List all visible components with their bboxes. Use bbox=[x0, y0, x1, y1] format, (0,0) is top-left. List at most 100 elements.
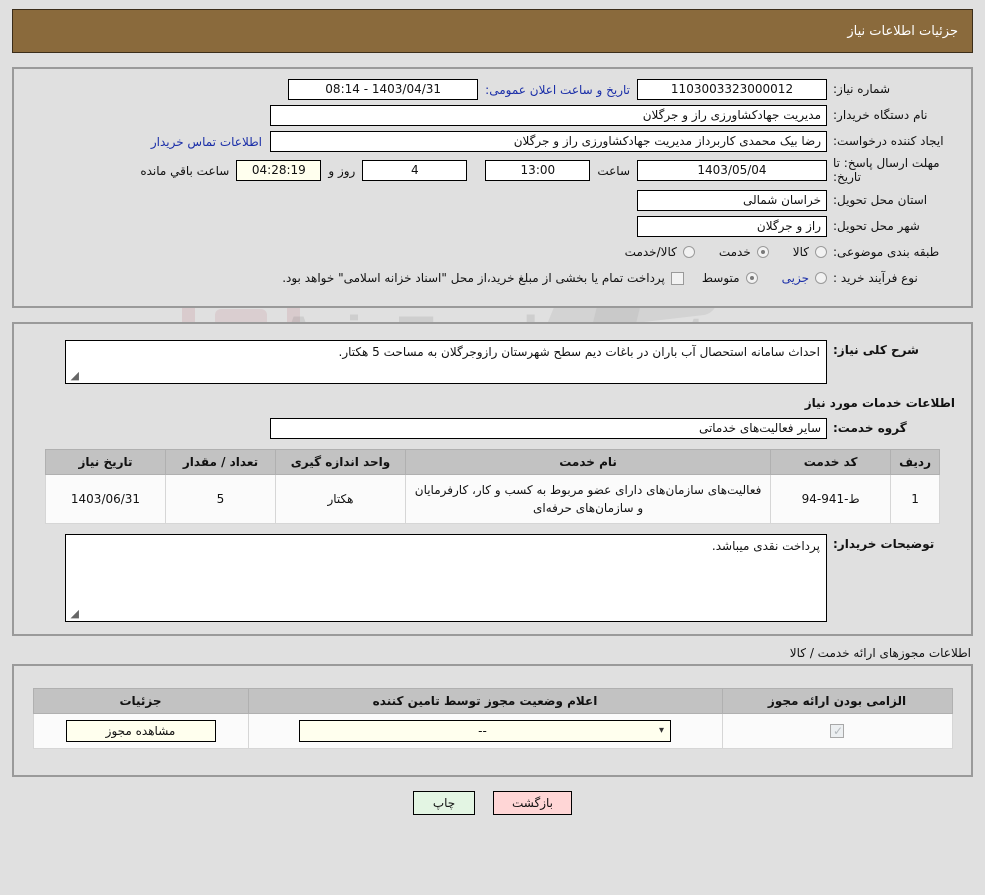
services-table-header-row: ردیف کد خدمت نام خدمت واحد اندازه گیری ت… bbox=[46, 449, 940, 474]
need-description-value: احداث سامانه استحصال آب باران در باغات د… bbox=[339, 345, 820, 359]
col-service-name: نام خدمت bbox=[406, 449, 771, 474]
row-buyer-notes: توضیحات خریدار: پرداخت نقدی میباشد. ◢ bbox=[26, 534, 959, 622]
cell-quantity: 5 bbox=[166, 474, 276, 523]
purchase-process-label: نوع فرآیند خرید : bbox=[827, 271, 959, 286]
table-row: 1 ط-941-94 فعالیت‌های سازمان‌های دارای ع… bbox=[46, 474, 940, 523]
services-table: ردیف کد خدمت نام خدمت واحد اندازه گیری ت… bbox=[45, 449, 940, 524]
col-quantity: تعداد / مقدار bbox=[166, 449, 276, 474]
delivery-province-label: استان محل تحویل: bbox=[827, 193, 959, 208]
need-description-label: شرح کلی نیاز: bbox=[827, 340, 959, 357]
process-radio-minor[interactable]: جزیی bbox=[782, 271, 827, 285]
col-unit: واحد اندازه گیری bbox=[276, 449, 406, 474]
need-number-label: شماره نیاز: bbox=[827, 82, 959, 97]
treasury-docs-note: پرداخت تمام یا بخشی از مبلغ خرید،از محل … bbox=[282, 271, 665, 285]
footer-button-bar: بازگشت چاپ bbox=[0, 791, 985, 815]
delivery-city-value: راز و جرگلان bbox=[637, 216, 827, 237]
treasury-docs-checkbox[interactable] bbox=[671, 272, 684, 285]
service-group-value: سایر فعالیت‌های خدماتی bbox=[270, 418, 827, 439]
cell-row: 1 bbox=[891, 474, 940, 523]
process-radio-medium[interactable]: متوسط bbox=[702, 271, 758, 285]
col-service-code: کد خدمت bbox=[771, 449, 891, 474]
permit-status-value: -- bbox=[306, 724, 659, 738]
row-subject-category: طبقه بندی موضوعی: کالا خدمت کالا/خدمت bbox=[26, 242, 959, 263]
buyer-organization-label: نام دستگاه خریدار: bbox=[827, 108, 959, 123]
process-radio-medium-label: متوسط bbox=[702, 271, 740, 285]
process-radio-minor-label: جزیی bbox=[782, 271, 809, 285]
back-button[interactable]: بازگشت bbox=[493, 791, 572, 815]
row-delivery-city: شهر محل تحویل: راز و جرگلان bbox=[26, 216, 959, 237]
subject-category-label: طبقه بندی موضوعی: bbox=[827, 245, 959, 260]
buyer-organization-value: مدیریت جهادکشاورزی راز و جرگلان bbox=[270, 105, 827, 126]
services-section-heading: اطلاعات خدمات مورد نیاز bbox=[26, 396, 959, 410]
delivery-city-label: شهر محل تحویل: bbox=[827, 219, 959, 234]
table-row: ▾ -- مشاهده مجوز bbox=[33, 713, 952, 748]
radio-dot-selected-icon bbox=[746, 272, 758, 284]
permits-panel: الزامی بودن ارائه مجوز اعلام وضعیت مجوز … bbox=[12, 664, 973, 777]
cell-service-code: ط-941-94 bbox=[771, 474, 891, 523]
buyer-notes-textarea[interactable]: پرداخت نقدی میباشد. ◢ bbox=[65, 534, 827, 622]
permits-table-header-row: الزامی بودن ارائه مجوز اعلام وضعیت مجوز … bbox=[33, 688, 952, 713]
row-request-creator: ایجاد کننده درخواست: رضا بیک محمدی کاربر… bbox=[26, 131, 959, 152]
category-radio-service[interactable]: خدمت bbox=[719, 245, 769, 259]
deadline-hour-label: ساعت bbox=[590, 164, 637, 178]
col-need-date: تاریخ نیاز bbox=[46, 449, 166, 474]
page-title: جزئیات اطلاعات نیاز bbox=[847, 24, 958, 39]
row-need-number: شماره نیاز: 1103003323000012 تاریخ و ساع… bbox=[26, 79, 959, 100]
radio-dot-icon bbox=[683, 246, 695, 258]
need-info-panel: شماره نیاز: 1103003323000012 تاریخ و ساع… bbox=[12, 67, 973, 308]
need-details-panel: شرح کلی نیاز: احداث سامانه استحصال آب با… bbox=[12, 322, 973, 636]
request-creator-label: ایجاد کننده درخواست: bbox=[827, 134, 959, 149]
remaining-days-value: 4 bbox=[362, 160, 467, 181]
col-permit-details: جزئیات bbox=[33, 688, 248, 713]
permits-section-heading: اطلاعات مجوزهای ارائه خدمت / کالا bbox=[12, 646, 973, 660]
remaining-countdown-label: ساعت باقي مانده bbox=[133, 164, 236, 178]
resize-grip-icon[interactable]: ◢ bbox=[69, 371, 79, 381]
publish-datetime-value: 1403/04/31 - 08:14 bbox=[288, 79, 478, 100]
permit-status-select[interactable]: ▾ -- bbox=[299, 720, 671, 742]
chevron-down-icon: ▾ bbox=[659, 725, 664, 736]
buyer-notes-label: توضیحات خریدار: bbox=[827, 534, 959, 551]
need-description-textarea[interactable]: احداث سامانه استحصال آب باران در باغات د… bbox=[65, 340, 827, 384]
deadline-hour-value: 13:00 bbox=[485, 160, 590, 181]
request-creator-value: رضا بیک محمدی کاربرداز مدیریت جهادکشاورز… bbox=[270, 131, 827, 152]
subject-category-radio-group: کالا خدمت کالا/خدمت bbox=[625, 245, 827, 259]
cell-permit-details: مشاهده مجوز bbox=[33, 713, 248, 748]
radio-dot-selected-icon bbox=[757, 246, 769, 258]
row-response-deadline: مهلت ارسال پاسخ: تا تاریخ: 1403/05/04 سا… bbox=[26, 157, 959, 185]
cell-need-date: 1403/06/31 bbox=[46, 474, 166, 523]
need-number-value: 1103003323000012 bbox=[637, 79, 827, 100]
category-radio-service-label: خدمت bbox=[719, 245, 751, 259]
delivery-province-value: خراسان شمالی bbox=[637, 190, 827, 211]
category-radio-goods-service-label: کالا/خدمت bbox=[625, 245, 677, 259]
row-buyer-organization: نام دستگاه خریدار: مدیریت جهادکشاورزی را… bbox=[26, 105, 959, 126]
row-purchase-process: نوع فرآیند خرید : جزیی متوسط پرداخت تمام… bbox=[26, 268, 959, 289]
cell-service-name: فعالیت‌های سازمان‌های دارای عضو مربوط به… bbox=[406, 474, 771, 523]
buyer-contact-link[interactable]: اطلاعات تماس خریدار bbox=[143, 135, 270, 149]
cell-unit: هکتار bbox=[276, 474, 406, 523]
print-button[interactable]: چاپ bbox=[413, 791, 475, 815]
col-row: ردیف bbox=[891, 449, 940, 474]
permits-table: الزامی بودن ارائه مجوز اعلام وضعیت مجوز … bbox=[33, 688, 953, 749]
purchase-process-radio-group: جزیی متوسط bbox=[702, 271, 827, 285]
col-permit-status: اعلام وضعیت مجوز توسط تامین کننده bbox=[248, 688, 722, 713]
cell-permit-required bbox=[722, 713, 952, 748]
row-delivery-province: استان محل تحویل: خراسان شمالی bbox=[26, 190, 959, 211]
remaining-countdown-value: 04:28:19 bbox=[236, 160, 321, 181]
resize-grip-icon[interactable]: ◢ bbox=[69, 609, 79, 619]
category-radio-goods-service[interactable]: کالا/خدمت bbox=[625, 245, 695, 259]
category-radio-goods-label: کالا bbox=[793, 245, 809, 259]
remaining-days-label: روز و bbox=[321, 164, 362, 178]
row-need-description: شرح کلی نیاز: احداث سامانه استحصال آب با… bbox=[26, 340, 959, 384]
deadline-date-value: 1403/05/04 bbox=[637, 160, 827, 181]
category-radio-goods[interactable]: کالا bbox=[793, 245, 827, 259]
permit-required-checkbox-icon bbox=[830, 724, 844, 738]
radio-dot-icon bbox=[815, 272, 827, 284]
buyer-notes-value: پرداخت نقدی میباشد. bbox=[712, 539, 820, 553]
row-service-group: گروه خدمت: سایر فعالیت‌های خدماتی bbox=[26, 418, 959, 439]
radio-dot-icon bbox=[815, 246, 827, 258]
response-deadline-label: مهلت ارسال پاسخ: تا تاریخ: bbox=[827, 157, 959, 185]
cell-permit-status: ▾ -- bbox=[248, 713, 722, 748]
publish-datetime-label: تاریخ و ساعت اعلان عمومی: bbox=[478, 83, 637, 97]
view-permit-button[interactable]: مشاهده مجوز bbox=[66, 720, 216, 742]
page-banner: جزئیات اطلاعات نیاز bbox=[12, 9, 973, 53]
